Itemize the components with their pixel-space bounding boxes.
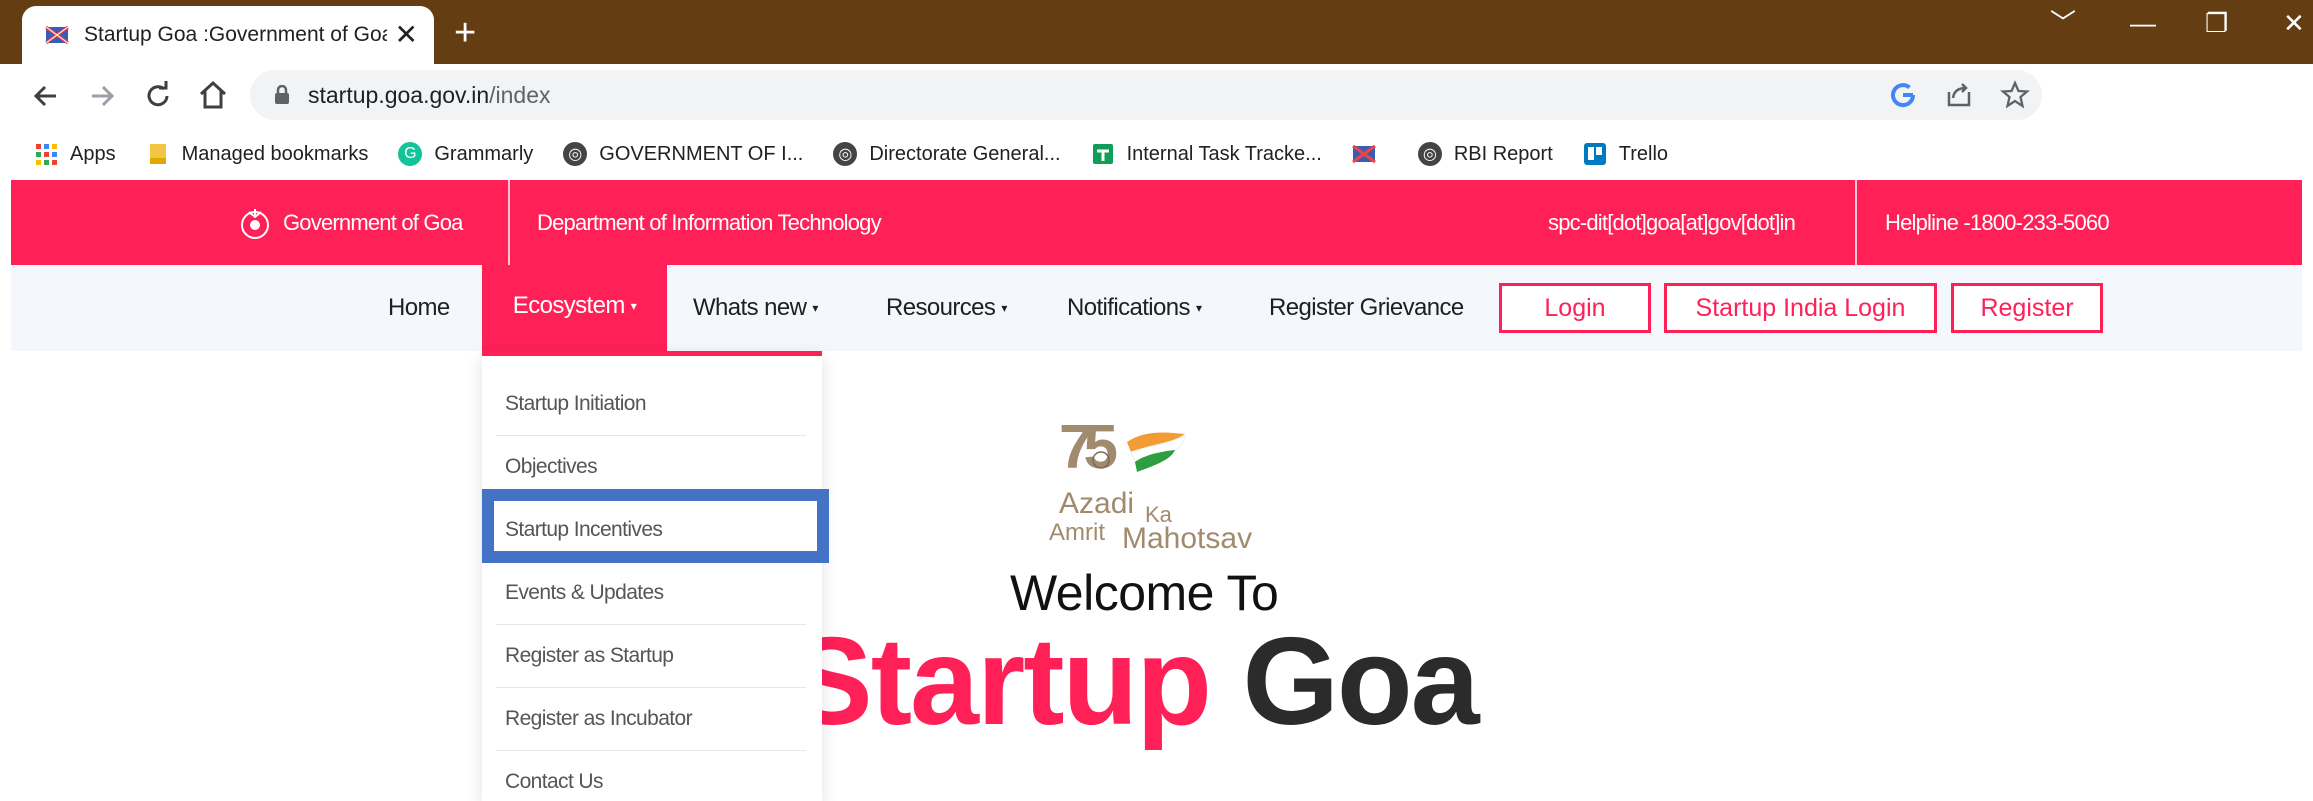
nav-notifications-label: Notifications [1067,294,1191,321]
tab-search-icon[interactable]: ﹀ [2050,10,2076,36]
folder-icon [149,144,166,164]
bookmark-government[interactable]: ◎ GOVERNMENT OF I... [563,142,803,166]
bookmarks-bar: Apps Managed bookmarks G Grammarly ◎ GOV… [0,128,2313,180]
url-host: startup.goa.gov.in [308,81,490,108]
new-tab-button[interactable]: + [454,14,476,52]
nav-resources-label: Resources [886,294,996,321]
nav-whats-new-label: Whats new [693,294,807,321]
logo-75: 75 [1059,413,1116,482]
bookmark-directorate[interactable]: ◎ Directorate General... [833,142,1061,166]
caret-down-icon: ▾ [630,298,637,313]
gov-of-goa-link[interactable]: Government of Goa [237,180,463,265]
close-window-icon[interactable]: ✕ [2283,10,2305,36]
bookmark-apps[interactable]: Apps [34,142,116,166]
logo-azadi: Azadi [1059,487,1134,520]
globe-icon: ◎ [563,142,588,166]
nav-whats-new[interactable]: Whats new ▾ [693,265,818,351]
hero-title-startup: Startup [790,613,1212,751]
lock-icon[interactable] [274,85,290,105]
nav-home-label: Home [388,294,450,321]
bookmark-label: Apps [70,142,116,165]
nav-register-grievance[interactable]: Register Grievance [1269,265,1464,351]
globe-icon: ◎ [1417,142,1442,166]
bookmark-label: Managed bookmarks [181,142,369,165]
dropdown-item-events-updates[interactable]: Events & Updates [482,561,822,624]
home-icon[interactable] [196,78,230,112]
tab-close-icon[interactable]: ✕ [395,21,418,49]
bookmark-label: Internal Task Tracke... [1126,142,1322,165]
dropdown-item-startup-initiation[interactable]: Startup Initiation [482,372,822,435]
flag-favicon-icon [45,25,69,45]
dropdown-item-register-startup[interactable]: Register as Startup [482,624,822,687]
forward-arrow-icon[interactable] [86,80,118,112]
azadi-ka-amrit-mahotsav-logo: 75 Azadi Ka Amrit Mahotsav [1049,413,1252,555]
caret-down-icon: ▾ [1195,301,1202,315]
logo-mahotsav: Mahotsav [1122,522,1252,555]
nav-grievance-label: Register Grievance [1269,294,1464,321]
hero-title-goa: Goa [1242,613,1479,751]
ecosystem-dropdown-menu: Startup Initiation Objectives Startup In… [482,351,822,801]
omnibox[interactable]: startup.goa.gov.in/index [250,70,2042,120]
flag-icon [1351,144,1376,164]
reload-icon[interactable] [142,80,174,112]
tab-title: Startup Goa :Government of Goa [84,23,387,46]
bookmark-rbi-report[interactable]: ◎ RBI Report [1417,142,1553,166]
gov-label: Government of Goa [283,209,463,235]
bookmark-managed[interactable]: Managed bookmarks [146,142,369,166]
dropdown-item-objectives[interactable]: Objectives [482,435,822,498]
bookmark-task-tracker[interactable]: Internal Task Tracke... [1091,142,1322,166]
restore-icon[interactable]: ❐ [2205,10,2228,36]
nav-resources[interactable]: Resources ▾ [886,265,1007,351]
globe-icon: ◎ [833,142,858,166]
nav-ecosystem[interactable]: Ecosystem ▾ [482,265,667,351]
dropdown-item-contact-us[interactable]: Contact Us [482,750,822,801]
register-button[interactable]: Register [1951,283,2103,333]
site-top-bar: Government of Goa Department of Informat… [11,180,2302,265]
trello-icon [1583,143,1606,165]
bookmark-label: GOVERNMENT OF I... [599,142,804,165]
email-text[interactable]: spc-dit[dot]goa[at]gov[dot]in [1548,180,1796,265]
dropdown-item-register-incubator[interactable]: Register as Incubator [482,687,822,750]
address-bar-row: startup.goa.gov.in/index [0,64,2313,128]
dropdown-item-startup-incentives[interactable]: Startup Incentives [482,498,822,561]
goa-emblem-icon [241,208,269,239]
google-icon[interactable] [1890,82,1916,108]
bookmark-grammarly[interactable]: G Grammarly [398,142,533,166]
hero-title: Startup Goa [790,608,1480,757]
helpline-text[interactable]: Helpline -1800-233-5060 [1885,180,2110,265]
nav-ecosystem-label: Ecosystem [512,291,626,319]
login-button[interactable]: Login [1499,283,1651,333]
bookmark-label: Directorate General... [869,142,1061,165]
header-divider [1855,180,1857,265]
nav-notifications[interactable]: Notifications ▾ [1067,265,1202,351]
header-divider [508,180,510,265]
sheets-icon [1092,144,1113,164]
bookmark-label: RBI Report [1453,142,1553,165]
minimize-icon[interactable]: — [2130,10,2156,36]
browser-tab-bar: Startup Goa :Government of Goa ✕ + ﹀ — ❐… [0,0,2313,64]
bookmark-star-icon[interactable] [2000,80,2030,110]
share-icon[interactable] [1944,80,1974,110]
bookmark-trello[interactable]: Trello [1583,142,1668,166]
bookmark-label: Grammarly [434,142,534,165]
dept-label[interactable]: Department of Information Technology [537,180,882,265]
url-path: /index [489,81,551,108]
back-arrow-icon[interactable] [30,80,62,112]
url-text[interactable]: startup.goa.gov.in/index [308,82,551,109]
logo-amrit: Amrit [1049,519,1105,546]
apps-grid-icon [36,144,57,165]
bookmark-label: Trello [1618,142,1669,165]
nav-home[interactable]: Home [388,265,450,351]
caret-down-icon: ▾ [1001,301,1007,315]
startup-india-login-button[interactable]: Startup India Login [1664,283,1937,333]
bookmark-flag[interactable] [1351,142,1388,166]
grammarly-icon: G [398,142,423,166]
browser-tab[interactable]: Startup Goa :Government of Goa ✕ [22,6,434,64]
caret-down-icon: ▾ [812,301,818,315]
